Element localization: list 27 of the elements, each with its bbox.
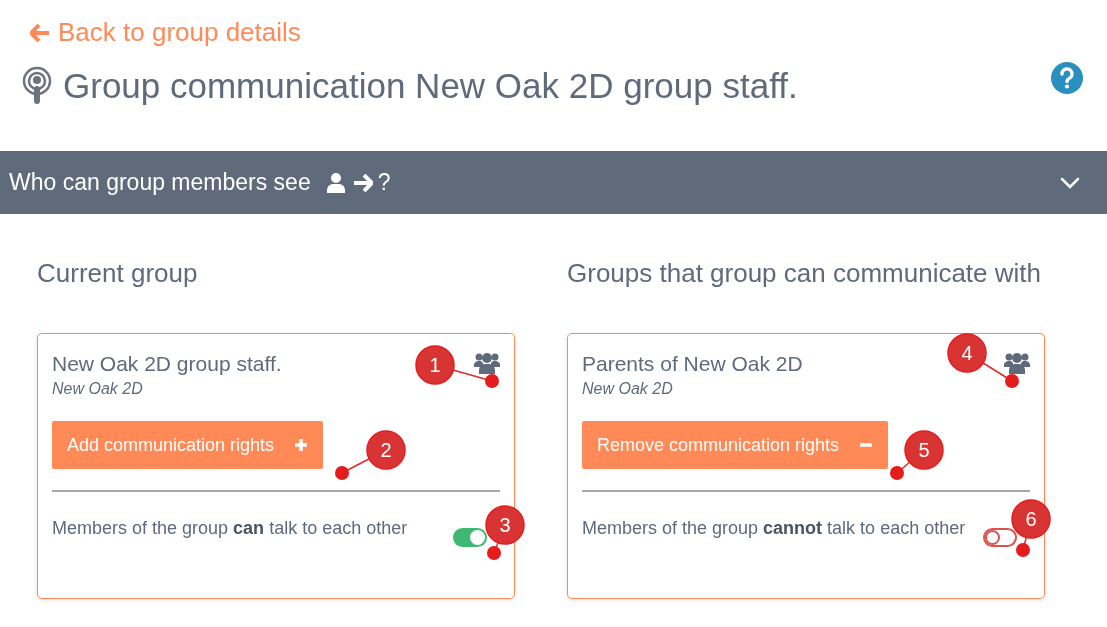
- podcast-icon: [22, 66, 52, 106]
- toggle-switch[interactable]: [983, 528, 1017, 547]
- plus-icon: [294, 438, 309, 452]
- back-link[interactable]: Back to group details: [30, 17, 301, 48]
- section-title: Who can group members see: [9, 169, 311, 196]
- group-name: New Oak 2D group staff.: [52, 352, 282, 376]
- person-icon: [326, 172, 345, 193]
- column-heading: Groups that group can communicate with: [567, 257, 1043, 290]
- add-rights-button[interactable]: Add communication rights: [52, 421, 324, 469]
- chevron-down-icon: [1060, 176, 1080, 189]
- school-name: New Oak 2D: [582, 380, 674, 398]
- section-header-bar[interactable]: Who can group members see ?: [0, 151, 1107, 214]
- users-icon: [1004, 352, 1030, 374]
- group-name: Parents of New Oak 2D: [582, 352, 803, 376]
- arrow-right-icon: [352, 173, 373, 192]
- users-icon: [474, 352, 500, 374]
- page-title: Group communication New Oak 2D group staff.: [63, 66, 799, 106]
- arrow-left-icon: [30, 23, 50, 42]
- help-button[interactable]: [1051, 62, 1083, 94]
- help-icon: [1051, 62, 1083, 94]
- toggle-label: Members of the group can talk to each other: [52, 517, 409, 540]
- toggle-label: Members of the group cannot talk to each other: [582, 517, 967, 540]
- question-mark: ?: [377, 169, 391, 196]
- school-name: New Oak 2D: [52, 380, 144, 398]
- remove-rights-button[interactable]: Remove communication rights: [582, 421, 889, 469]
- toggle-switch[interactable]: [453, 528, 487, 547]
- column-heading: Current group: [37, 257, 199, 290]
